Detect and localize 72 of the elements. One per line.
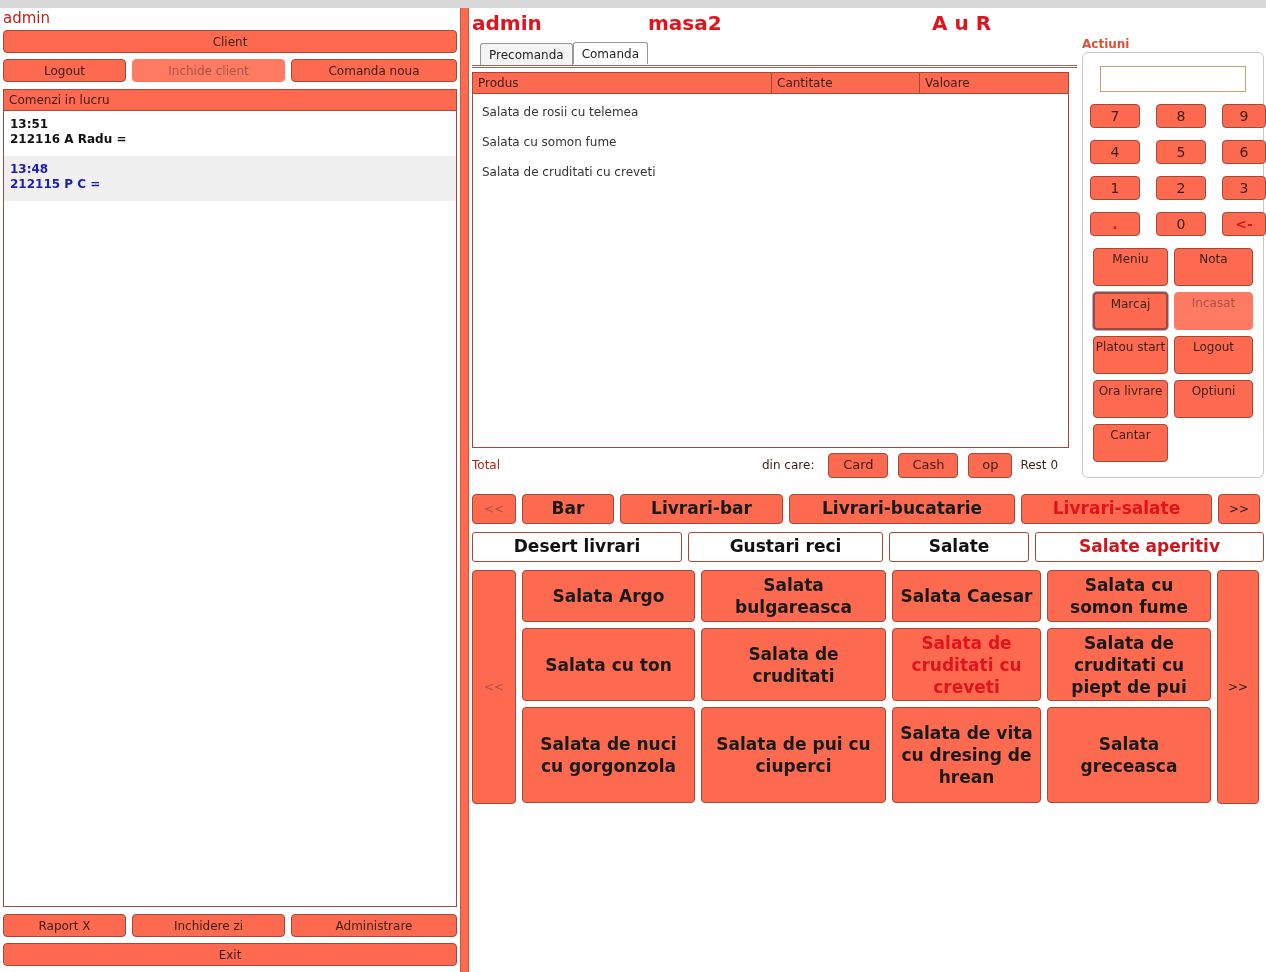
key-button[interactable]: 2 — [1156, 176, 1206, 200]
panel-title: Comenzi in lucru — [4, 90, 456, 111]
button[interactable]: op — [968, 452, 1013, 478]
user-label: admin — [472, 10, 543, 37]
order-summary: 212116 A Radu = — [10, 132, 128, 147]
button[interactable]: Logout — [3, 59, 126, 82]
order-time: 13:48 — [10, 162, 50, 177]
order-summary: 212115 P C = — [10, 177, 102, 192]
key-button[interactable]: 9 — [1222, 104, 1266, 128]
product-button[interactable]: Salata de cruditati cu piept de pui — [1047, 628, 1211, 701]
button[interactable]: Nota — [1174, 248, 1253, 286]
category-tab[interactable]: Livrari-bucatarie — [789, 494, 1015, 524]
category-tab[interactable]: Livrari-bar — [620, 494, 783, 524]
column-header: Valoare — [924, 75, 971, 92]
product-button[interactable]: Salata de cruditati — [701, 628, 886, 701]
button[interactable]: Cash — [898, 452, 959, 478]
tab[interactable]: Precomanda — [480, 43, 573, 65]
button[interactable]: Comanda noua — [291, 59, 457, 82]
button[interactable]: Ora livrare — [1093, 380, 1168, 418]
key-button[interactable]: 7 — [1090, 104, 1140, 128]
nav-button[interactable]: >> — [1217, 570, 1259, 804]
product-button[interactable]: Salata Argo — [522, 570, 695, 622]
product-button[interactable]: Salata de pui cu ciuperci — [701, 707, 886, 803]
key-button[interactable]: 5 — [1156, 140, 1206, 164]
key-button[interactable]: 4 — [1090, 140, 1140, 164]
panel-title: Actiuni — [1082, 36, 1131, 52]
rest-label: Rest 0 — [1020, 457, 1058, 474]
product-button[interactable]: Salata de nuci cu gorgonzola — [522, 707, 695, 803]
user-label: admin — [3, 8, 51, 29]
client-button[interactable]: Client — [3, 30, 457, 53]
table-label: masa2 — [648, 10, 723, 37]
product-button[interactable]: Salata greceasca — [1047, 707, 1211, 803]
nav-button[interactable]: >> — [1218, 494, 1260, 524]
button[interactable]: Inchidere zi — [132, 914, 285, 937]
key-button[interactable]: 8 — [1156, 104, 1206, 128]
key-button[interactable]: 1 — [1090, 176, 1140, 200]
order-item[interactable]: 13:48 212115 P C = — [4, 156, 456, 201]
table-cell-text: Salata cu somon fume — [481, 134, 618, 151]
subcategory-tab[interactable]: Salate — [889, 532, 1029, 562]
subcategory-tab[interactable]: Gustari reci — [688, 532, 883, 562]
product-button[interactable]: Salata bulgareasca — [701, 570, 886, 622]
table-cell-text: Salata de rosii cu telemea — [481, 104, 640, 121]
tab[interactable]: Comanda — [572, 42, 648, 64]
product-button[interactable]: Salata cu ton — [522, 628, 695, 701]
key-button[interactable]: 3 — [1222, 176, 1266, 200]
button[interactable]: Meniu — [1093, 248, 1168, 286]
table-cell-text: Salata de cruditati cu creveti — [481, 164, 657, 181]
order-time: 13:51 — [10, 117, 50, 132]
button[interactable]: Platou start — [1093, 336, 1168, 374]
column-header: Produs — [473, 73, 772, 93]
subcategory-tab[interactable]: Desert livrari — [472, 532, 682, 562]
total-label: Total — [472, 457, 502, 474]
product-button[interactable]: Salata cu somon fume — [1047, 570, 1211, 622]
category-tab[interactable]: Bar — [522, 494, 614, 524]
button[interactable]: Logout — [1174, 336, 1253, 374]
key-button[interactable]: 0 — [1156, 212, 1206, 236]
product-button[interactable]: Salata Caesar — [892, 570, 1041, 622]
button[interactable]: Administrare — [291, 914, 457, 937]
button[interactable]: Optiuni — [1174, 380, 1253, 418]
input-field[interactable] — [1100, 66, 1246, 92]
client-name: A u R — [932, 10, 992, 37]
column-header: Cantitate — [772, 73, 920, 93]
button[interactable]: Card — [828, 452, 889, 478]
button[interactable]: Marcaj — [1093, 292, 1168, 330]
key-button[interactable]: 6 — [1222, 140, 1266, 164]
din-care-label: din care: — [762, 457, 815, 474]
button[interactable]: Raport X — [3, 914, 126, 937]
exit-button[interactable]: Exit — [3, 943, 457, 966]
button[interactable]: Cantar — [1093, 424, 1168, 462]
product-button[interactable]: Salata de vita cu dresing de hrean — [892, 707, 1041, 803]
splitter[interactable] — [460, 8, 469, 972]
subcategory-tab[interactable]: Salate aperitiv — [1035, 532, 1264, 562]
